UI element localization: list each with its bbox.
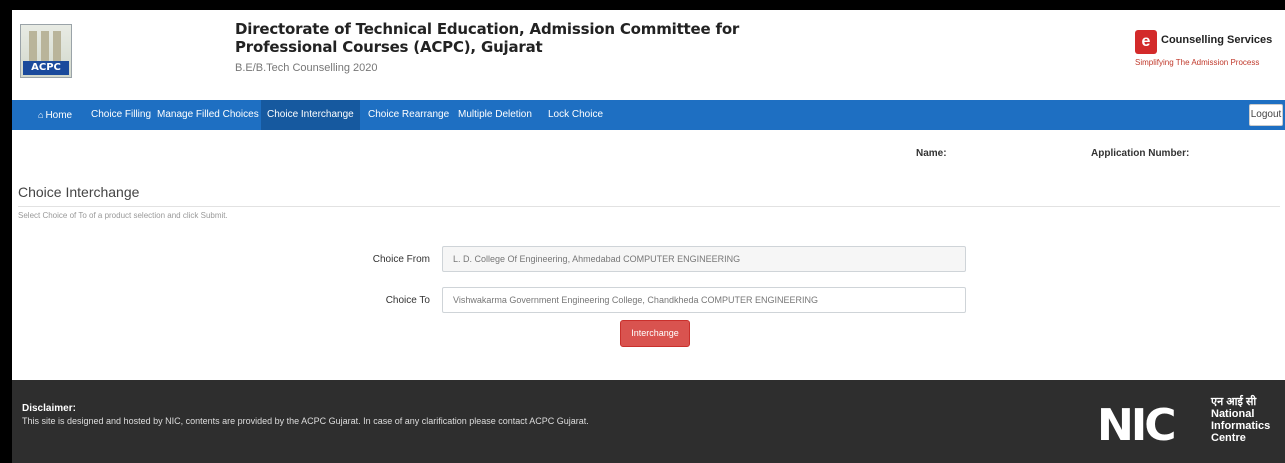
title-divider: [18, 206, 1280, 207]
nav-multiple-deletion[interactable]: Multiple Deletion: [458, 100, 532, 130]
footer: Disclaimer: This site is designed and ho…: [12, 380, 1285, 463]
title-line-2: Professional Courses (ACPC), Gujarat: [235, 38, 543, 56]
choice-to-select[interactable]: Vishwakarma Government Engineering Colle…: [442, 287, 966, 313]
application-number-label: Application Number:: [1091, 148, 1190, 159]
counselling-services-logo: e Counselling Services Simplifying The A…: [1135, 30, 1285, 70]
site-subtitle: B.E/B.Tech Counselling 2020: [235, 62, 378, 74]
counselling-badge-icon: e: [1135, 30, 1157, 54]
nic-logo: NIC एन आई सी National Informatics Centre: [1097, 394, 1277, 454]
site-title: Directorate of Technical Education, Admi…: [235, 20, 755, 74]
nic-mark: NIC: [1097, 400, 1176, 451]
acpc-logo: ACPC: [20, 24, 72, 78]
choice-from-select[interactable]: L. D. College Of Engineering, Ahmedabad …: [442, 246, 966, 272]
nav-choice-rearrange[interactable]: Choice Rearrange: [368, 100, 449, 130]
home-icon: ⌂: [38, 110, 44, 120]
candidate-name-label: Name:: [916, 148, 947, 159]
nic-text: एन आई सी National Informatics Centre: [1211, 396, 1271, 444]
header: ACPC Directorate of Technical Education,…: [12, 10, 1285, 88]
disclaimer-text: This site is designed and hosted by NIC,…: [22, 416, 589, 426]
nav-manage-filled-choices[interactable]: Manage Filled Choices: [157, 100, 259, 130]
choice-to-label: Choice To: [385, 295, 430, 306]
choice-from-label: Choice From: [372, 254, 430, 265]
page-title: Choice Interchange: [18, 184, 140, 200]
title-line-1: Directorate of Technical Education, Admi…: [235, 20, 740, 38]
counselling-title: Counselling Services: [1161, 34, 1273, 46]
interchange-button[interactable]: Interchange: [620, 320, 690, 347]
nav-choice-filling[interactable]: Choice Filling: [91, 100, 151, 130]
nav-choice-interchange[interactable]: Choice Interchange: [261, 100, 360, 130]
logout-button[interactable]: Logout: [1249, 104, 1283, 126]
counselling-tagline: Simplifying The Admission Process: [1135, 58, 1260, 67]
page: ACPC Directorate of Technical Education,…: [12, 10, 1285, 463]
instruction-text: Select Choice of To of a product selecti…: [18, 211, 228, 220]
nav-home[interactable]: ⌂ Home: [38, 100, 72, 130]
nav-lock-choice[interactable]: Lock Choice: [548, 100, 603, 130]
main-nav: ⌂ Home Choice Filling Manage Filled Choic…: [12, 100, 1285, 130]
disclaimer-title: Disclaimer:: [22, 403, 76, 414]
